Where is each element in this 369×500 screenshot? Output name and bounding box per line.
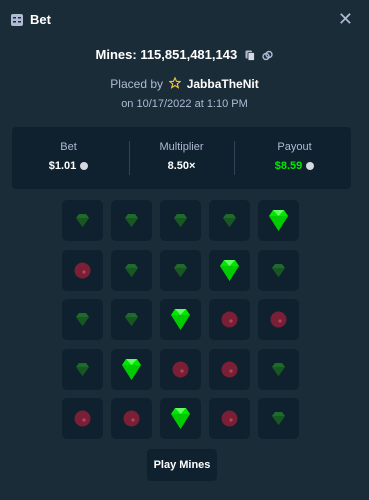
mines-id-line: Mines: 115,851,481,143 [0,47,369,62]
mine-tile[interactable] [111,200,152,241]
mine-tile[interactable] [111,249,152,291]
mine-tile[interactable] [258,249,299,291]
coin-icon [80,162,89,171]
mine-tile[interactable] [209,398,250,439]
stat-divider [234,141,235,175]
mine-tile[interactable] [62,200,103,241]
mines-id: Mines: 115,851,481,143 [95,47,238,62]
mine-icon [221,361,238,377]
stat-bet-value-wrap: $1.01 [12,160,125,172]
stat-multiplier-value: 8.50× [167,160,196,172]
stat-bet: Bet $1.01 [12,127,125,189]
mine-icon [221,311,238,328]
gem-icon [272,362,285,376]
mine-tile[interactable] [258,200,299,241]
coin-icon [306,162,315,171]
gem-icon [174,214,187,227]
mine-icon [270,311,287,328]
mines-grid [62,200,307,440]
mine-tile[interactable] [209,299,250,340]
mine-icon [74,262,91,278]
gem-icon [76,313,89,326]
mine-tile[interactable] [111,398,152,439]
gem-icon [76,362,89,376]
mine-tile[interactable] [160,398,201,439]
stat-payout-label: Payout [277,141,312,153]
link-icon[interactable] [262,50,274,61]
play-mines-button[interactable]: Play Mines [147,449,217,481]
mine-tile[interactable] [62,299,103,340]
gem-icon [171,309,190,330]
gem-icon [272,412,285,425]
gem-icon [125,214,138,227]
mine-icon [172,361,189,377]
bet-stats-panel: Bet $1.01 Multiplier 8.50× Payout $8.59 [12,127,351,189]
mine-tile[interactable] [160,299,201,340]
gem-icon [76,214,89,227]
stat-multiplier-label: Multiplier [159,141,204,153]
username-link[interactable]: JabbaTheNit [187,77,259,91]
gem-icon [171,408,190,429]
stat-payout-value-wrap: $8.59 [238,160,351,172]
gem-icon [174,263,187,277]
gem-icon [220,259,239,281]
mine-tile[interactable] [258,348,299,390]
stat-payout-value: $8.59 [274,160,303,172]
copy-icon[interactable] [245,50,255,61]
mine-icon [221,410,238,427]
gem-icon [122,358,141,380]
mine-tile[interactable] [209,249,250,291]
star-icon [168,76,182,89]
mine-tile[interactable] [160,249,201,291]
mine-tile[interactable] [111,299,152,340]
mine-tile[interactable] [258,398,299,439]
mine-tile[interactable] [209,200,250,241]
stat-multiplier: Multiplier 8.50× [125,127,238,189]
stat-payout: Payout $8.59 [238,127,351,189]
mine-tile[interactable] [111,348,152,390]
bet-date: on 10/17/2022 at 1:10 PM [121,98,248,110]
placed-by-line: Placed by JabbaTheNit [0,76,369,91]
placed-by-label: Placed by [110,77,163,91]
gem-icon [125,313,138,326]
gem-icon [269,210,288,231]
gem-icon [223,214,236,227]
mine-tile[interactable] [160,200,201,241]
modal-title: Bet [30,12,51,27]
bet-slip-icon [11,14,23,26]
gem-icon [125,263,138,277]
mine-icon [74,410,91,427]
stat-bet-label: Bet [60,141,77,153]
mine-tile[interactable] [258,299,299,340]
mine-tile[interactable] [62,398,103,439]
mine-tile[interactable] [62,249,103,291]
mine-tile[interactable] [209,348,250,390]
mine-tile[interactable] [62,348,103,390]
stat-bet-value: $1.01 [48,160,77,172]
close-icon[interactable]: ✕ [338,10,353,28]
modal-header: Bet ✕ [0,0,369,40]
mine-icon [123,410,140,427]
mine-tile[interactable] [160,348,201,390]
gem-icon [272,263,285,277]
